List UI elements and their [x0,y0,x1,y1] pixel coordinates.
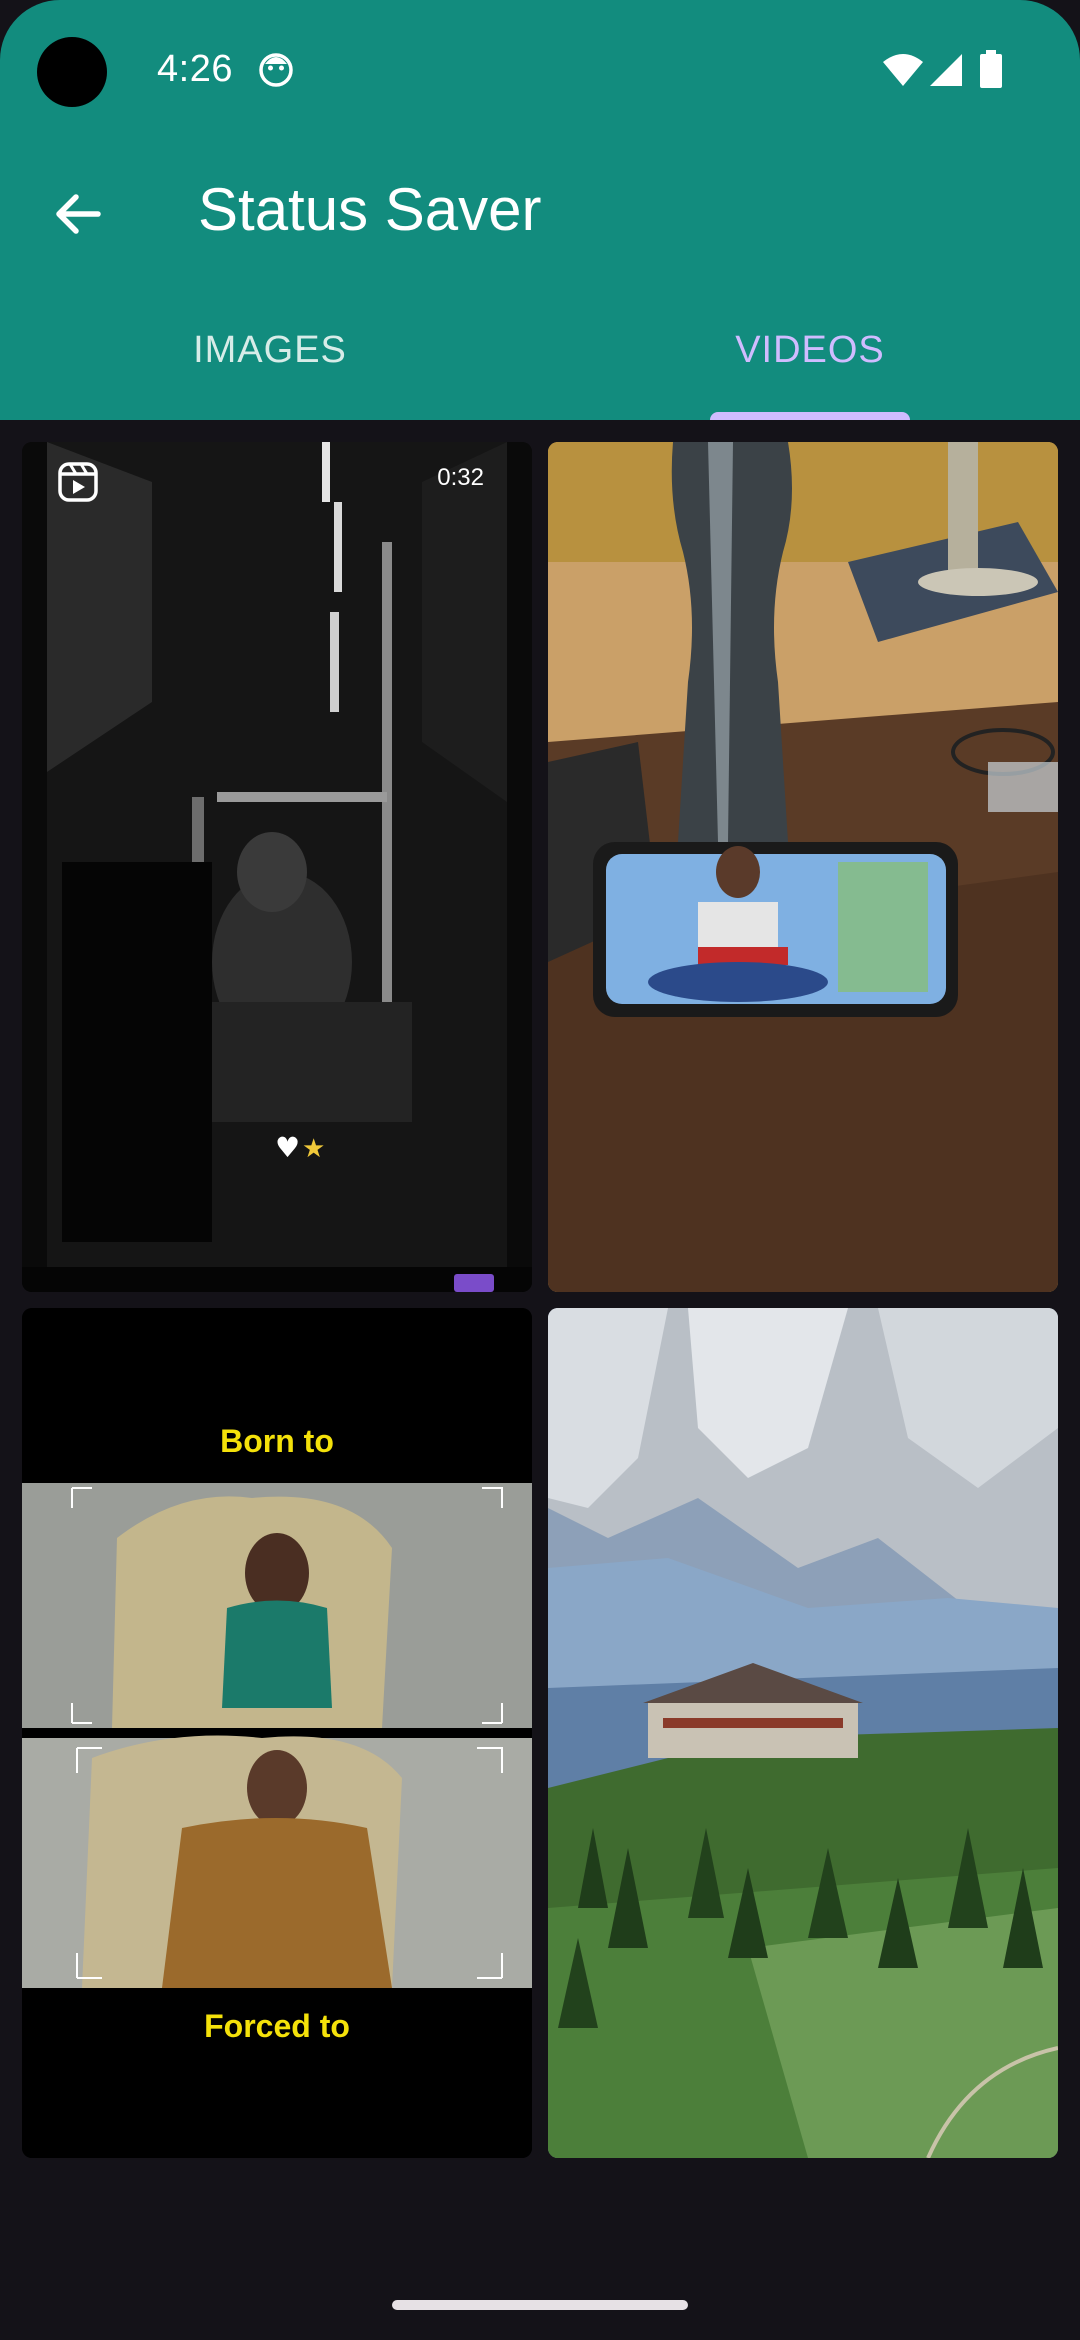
tab-images[interactable]: IMAGES [0,280,540,420]
caption-top: Born to [220,1423,334,1459]
tab-videos[interactable]: VIDEOS [540,280,1080,420]
mountain-landscape-image [548,1308,1058,2158]
bus-interior-image: ♥ ★ [22,442,532,1292]
app-bar: 4:26 Status Saver IMAGES VIDEOS [0,0,1080,420]
back-arrow-icon[interactable] [48,184,108,244]
camera-cutout [37,37,107,107]
svg-text:♥: ♥ [275,1131,300,1164]
svg-text:★: ★ [302,1134,325,1164]
notification-face-icon [259,53,293,87]
video-grid: ♥ ★ 0:32 Born to Forced to [0,420,1080,2160]
gesture-nav-handle[interactable] [392,2300,688,2310]
tab-bar: IMAGES VIDEOS [0,280,1080,420]
reels-icon [58,462,98,502]
wifi-icon [883,54,923,86]
video-thumbnail-3[interactable]: Born to Forced to [22,1308,532,2158]
signal-icon [930,54,962,86]
status-time: 4:26 [157,48,233,90]
video-duration: 0:32 [437,464,484,491]
toolbar: Status Saver [0,140,1080,280]
battery-icon [980,50,1002,88]
page-title: Status Saver [198,176,542,243]
tab-indicator [710,412,910,420]
desk-phone-image [548,442,1058,1292]
status-bar: 4:26 [0,0,1080,140]
video-thumbnail-4[interactable] [548,1308,1058,2158]
caption-bottom: Forced to [204,2008,350,2044]
video-thumbnail-2[interactable] [548,442,1058,1292]
video-thumbnail-1[interactable]: ♥ ★ 0:32 [22,442,532,1292]
